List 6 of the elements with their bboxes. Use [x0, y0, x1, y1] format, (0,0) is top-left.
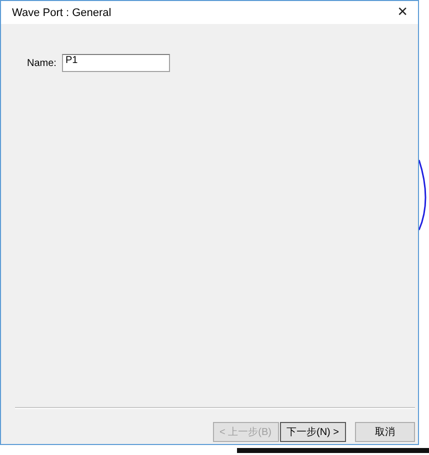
cancel-button[interactable]: 取消: [355, 422, 415, 442]
field-label: Name:: [27, 58, 56, 68]
next-button[interactable]: 下一步(N) >: [280, 422, 346, 442]
close-button[interactable]: ✕: [395, 5, 410, 20]
name-field[interactable]: P1: [62, 54, 170, 72]
window-title: Wave Port : General: [12, 6, 112, 18]
